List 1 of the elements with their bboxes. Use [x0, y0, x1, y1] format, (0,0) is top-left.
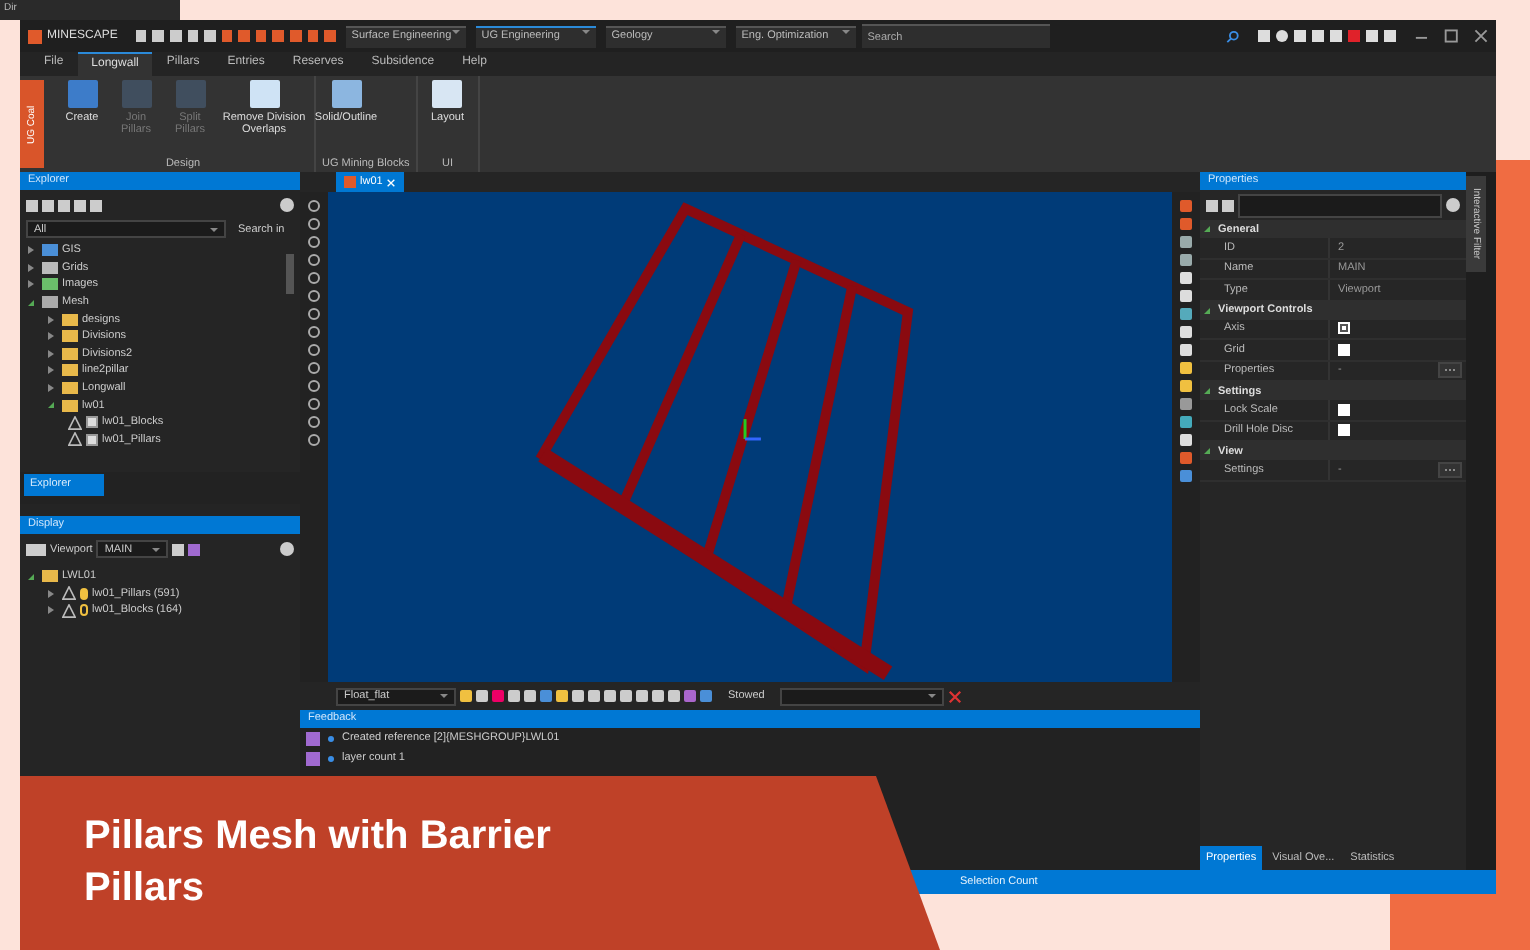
caption-title: Pillars Mesh with Barrier Pillars — [84, 812, 553, 914]
